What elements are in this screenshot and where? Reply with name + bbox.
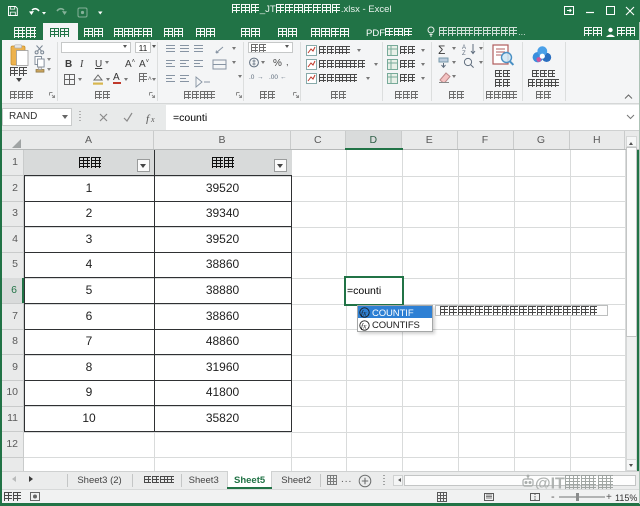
svg-text:%: % [273, 58, 282, 68]
svg-text:→: → [257, 74, 264, 81]
svg-text:,: , [286, 57, 289, 67]
svg-text:fx: fx [361, 321, 367, 330]
svg-text:.00: .00 [269, 74, 278, 81]
svg-text:.0: .0 [249, 74, 255, 81]
svg-text:Z: Z [462, 51, 466, 55]
svg-text:←: ← [280, 74, 287, 81]
svg-text:x: x [150, 115, 155, 124]
svg-text:fx: fx [361, 308, 367, 317]
